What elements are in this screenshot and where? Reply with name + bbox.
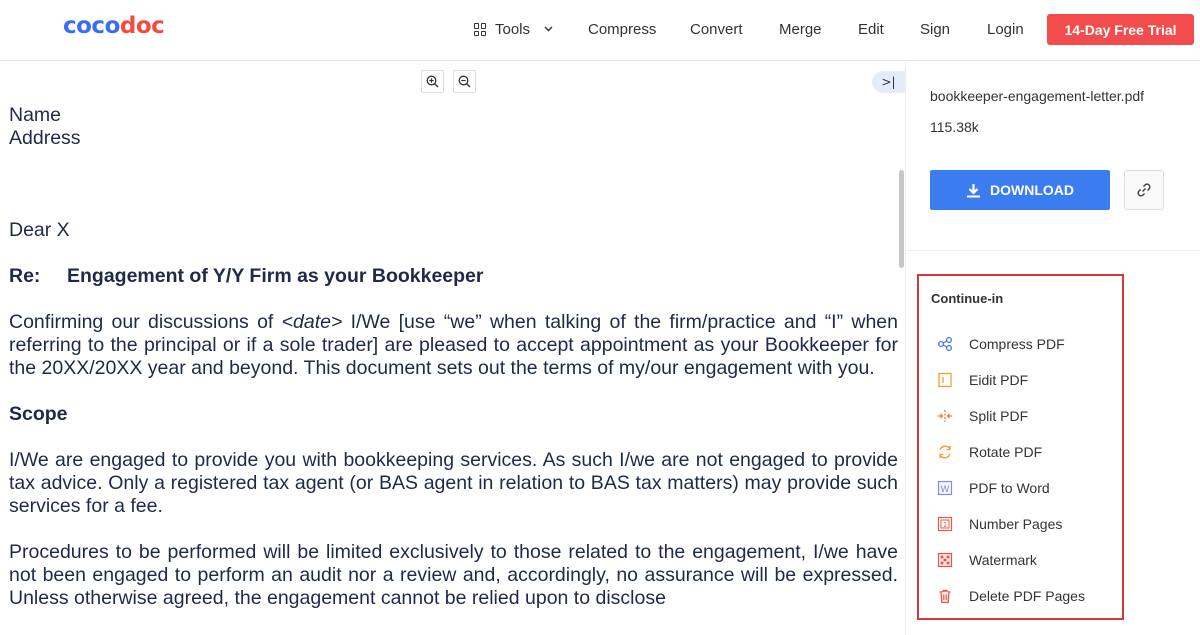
zoom-out-button[interactable] [453,70,476,93]
doc-spacer [9,518,898,541]
continue-watermark[interactable]: Watermark [937,550,1037,570]
watermark-icon [937,552,953,568]
nav-tools-menu[interactable]: Tools [474,21,553,38]
svg-text:1: 1 [943,521,947,529]
doc-spacer [9,150,898,219]
file-size: 115.38k [930,119,979,135]
tool-label: Rotate PDF [969,444,1043,460]
nav-compress[interactable]: Compress [588,21,656,38]
download-label: DOWNLOAD [990,182,1074,198]
continue-rotate-pdf[interactable]: Rotate PDF [937,442,1042,462]
panel-divider [906,250,1200,251]
continue-split-pdf[interactable]: Split PDF [937,406,1028,426]
top-nav-bar: cocodoc Tools Compress Convert Merge Edi… [0,0,1200,61]
doc-paragraph-1: Confirming our discussions of <date> I/W… [9,311,898,380]
download-button[interactable]: DOWNLOAD [930,170,1110,210]
doc-subject-label: Re: [9,265,41,287]
doc-para1-start: Confirming our discussions of [9,311,282,333]
doc-name-line: Name [9,104,62,126]
continue-in-title: Continue-in [931,291,1004,306]
nav-convert[interactable]: Convert [690,21,743,38]
tool-label: Number Pages [969,516,1063,532]
edit-icon [937,372,953,388]
doc-spacer [9,242,898,265]
logo-text-doc: doc [119,13,165,39]
file-name: bookkeeper-engagement-letter.pdf [930,88,1145,104]
compress-icon [937,336,953,352]
doc-address-line: Address [9,127,81,149]
tool-label: Eidit PDF [969,372,1029,388]
tool-label: PDF to Word [969,480,1050,496]
logo-text-coco: coco [63,13,120,39]
grid-icon [474,23,487,36]
continue-delete-pages[interactable]: Delete PDF Pages [937,586,1085,606]
zoom-in-button[interactable] [421,70,444,93]
doc-spacer [9,426,898,449]
doc-salutation: Dear X [9,219,70,241]
number-icon: 1 [937,516,953,532]
continue-number-pages[interactable]: 1 Number Pages [937,514,1062,534]
doc-paragraph-3: Procedures to be performed will be limit… [9,541,898,609]
tool-label: Split PDF [969,408,1029,424]
file-side-panel: bookkeeper-engagement-letter.pdf 115.38k… [905,62,1200,635]
free-trial-button[interactable]: 14-Day Free Trial [1047,14,1194,45]
delete-icon [937,588,953,604]
pdf-page-content: Name Address Dear X Re: Engagement of Y/… [9,104,898,610]
copy-link-button[interactable] [1124,170,1164,210]
continue-edit-pdf[interactable]: Eidit PDF [937,370,1028,390]
pdf-viewer: >| Name Address Dear X Re: Engagement of… [0,62,905,635]
doc-subject-title: Engagement of Y/Y Firm as your Bookkeepe… [67,265,484,287]
doc-paragraph-2: I/We are engaged to provide you with boo… [9,449,898,517]
continue-in-box: Continue-in Compress PDF Eidit PDF Split… [917,274,1124,620]
chevron-down-icon [544,24,553,35]
doc-para1-date: <date> [281,311,343,333]
zoom-out-icon [458,75,471,88]
cocodoc-logo[interactable]: cocodoc [63,13,165,39]
word-icon: W [937,480,953,496]
zoom-in-icon [426,75,439,88]
nav-edit[interactable]: Edit [858,21,884,38]
link-icon [1137,183,1151,197]
nav-tools-label: Tools [495,21,531,38]
viewer-scrollbar[interactable] [899,170,904,268]
continue-compress-pdf[interactable]: Compress PDF [937,334,1065,354]
svg-text:W: W [941,485,950,495]
nav-login[interactable]: Login [987,21,1024,38]
tool-label: Watermark [969,552,1037,568]
doc-spacer [9,380,898,403]
collapse-panel-button[interactable]: >| [872,71,905,93]
tool-label: Delete PDF Pages [969,588,1085,604]
doc-subject-line: Re: Engagement of Y/Y Firm as your Bookk… [9,265,898,288]
doc-scope-heading: Scope [9,403,68,425]
doc-spacer [9,288,898,311]
tool-label: Compress PDF [969,336,1065,352]
continue-pdf-to-word[interactable]: W PDF to Word [937,478,1050,498]
split-icon [937,408,953,424]
download-icon [967,183,980,197]
nav-sign[interactable]: Sign [920,21,950,38]
rotate-icon [937,444,953,460]
nav-merge[interactable]: Merge [779,21,822,38]
